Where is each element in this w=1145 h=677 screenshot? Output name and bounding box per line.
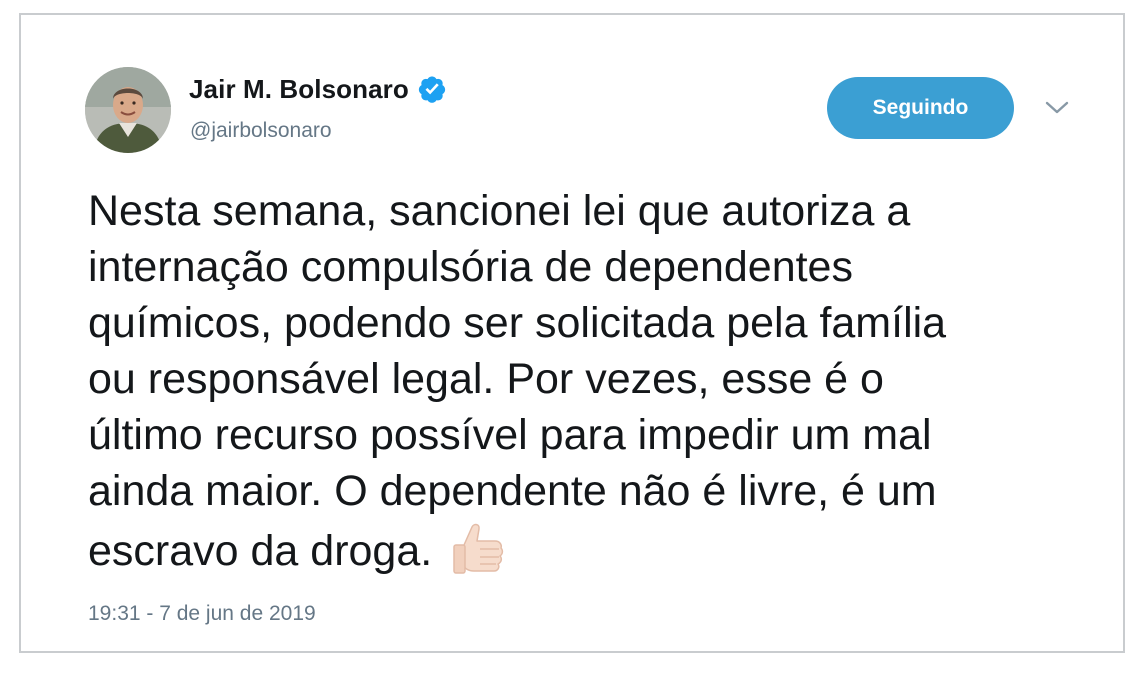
tweet-text-line: internação compulsória de dependentes — [88, 243, 853, 291]
tweet-text-line: escravo da droga. — [88, 527, 433, 575]
tweet-card: Jair M. Bolsonaro @jairbolsonaro Seguind… — [19, 13, 1125, 653]
tweet-timestamp[interactable]: 19:31 - 7 de jun de 2019 — [88, 602, 316, 626]
chevron-down-icon[interactable] — [1044, 99, 1070, 117]
tweet-text-line: químicos, podendo ser solicitada pela fa… — [88, 299, 947, 347]
tweet-text-line: Nesta semana, sancionei lei que autoriza… — [88, 187, 911, 235]
following-button[interactable]: Seguindo — [827, 77, 1014, 139]
profile-photo-icon — [85, 67, 171, 153]
tweet-text-last-line: escravo da droga. — [88, 519, 1108, 579]
author-handle[interactable]: @jairbolsonaro — [190, 119, 332, 143]
verified-badge-icon — [417, 74, 447, 104]
avatar[interactable] — [85, 67, 171, 153]
tweet-text: Nesta semana, sancionei lei que autoriza… — [88, 183, 1108, 579]
tweet-text-line: ainda maior. O dependente não é livre, é… — [88, 467, 937, 515]
author-name-row: Jair M. Bolsonaro — [189, 71, 447, 107]
tweet-text-line: ou responsável legal. Por vezes, esse é … — [88, 355, 884, 403]
tweet-text-line: último recurso possível para impedir um … — [88, 411, 932, 459]
author-name[interactable]: Jair M. Bolsonaro — [189, 74, 409, 105]
thumbs-up-icon — [450, 519, 506, 579]
